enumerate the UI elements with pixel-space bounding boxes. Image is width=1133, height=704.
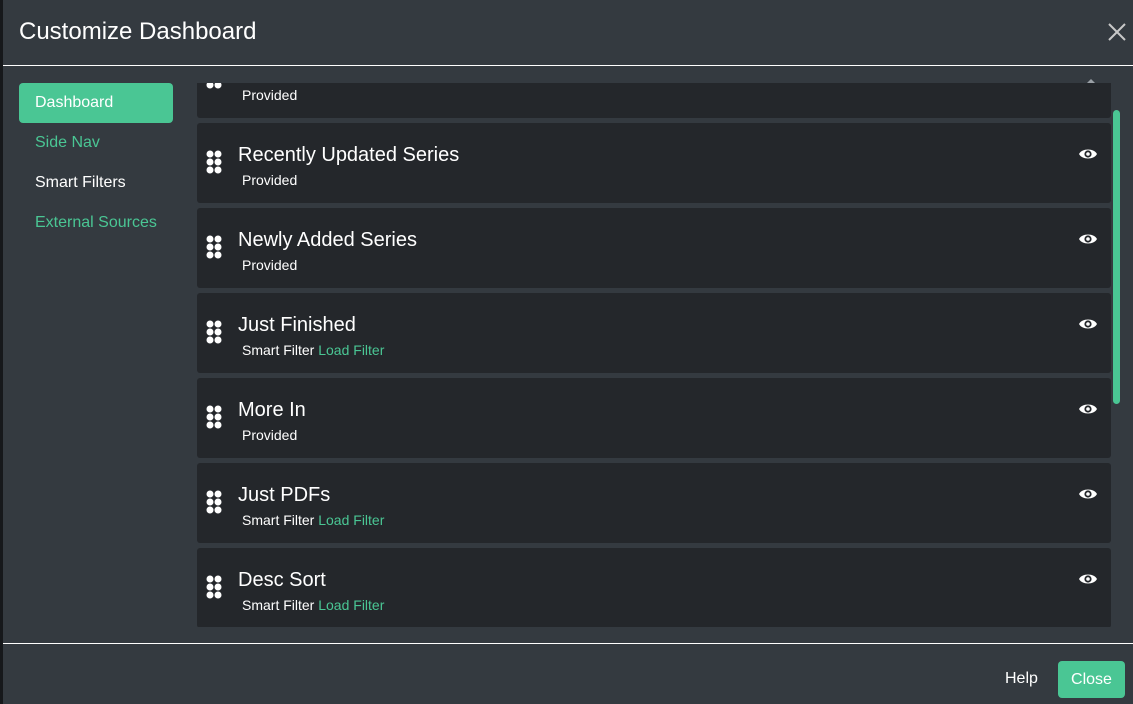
drag-handle-icon[interactable]: [206, 405, 222, 429]
eye-icon[interactable]: [1078, 401, 1098, 417]
stream-row[interactable]: Recently Updated Series Provided: [197, 123, 1111, 203]
stream-title: Recently Updated Series: [238, 144, 460, 166]
stream-type: Smart Filter Load Filter: [242, 597, 384, 613]
load-filter-link[interactable]: Load Filter: [318, 512, 384, 528]
stream-row[interactable]: Provided: [197, 83, 1111, 118]
stream-list-track: Provided Recently Updated Series Provided N…: [197, 83, 1111, 627]
stream-type: Provided: [242, 87, 297, 103]
stream-type-label: Provided: [242, 172, 298, 188]
stream-type-label: Smart Filter: [242, 512, 315, 528]
drag-handle-icon[interactable]: [206, 575, 222, 599]
close-button[interactable]: Close: [1058, 661, 1125, 698]
eye-icon[interactable]: [1078, 146, 1098, 162]
drag-handle-icon[interactable]: [206, 83, 222, 89]
sidebar-item-smart-filters[interactable]: Smart Filters: [19, 163, 173, 203]
dashboard-stream-list[interactable]: Provided Recently Updated Series Provided N…: [197, 83, 1111, 627]
eye-icon[interactable]: [1078, 571, 1098, 587]
stream-type-label: Smart Filter: [242, 342, 315, 358]
stream-type: Provided: [242, 172, 297, 188]
stream-title: Newly Added Series: [238, 229, 417, 251]
customize-dashboard-modal: Customize Dashboard Dashboard Side Nav S…: [3, 0, 1133, 704]
stream-type-label: Provided: [242, 87, 298, 103]
stream-row[interactable]: Desc Sort Smart Filter Load Filter: [197, 548, 1111, 627]
eye-icon[interactable]: [1078, 231, 1098, 247]
drag-handle-icon[interactable]: [206, 320, 222, 344]
close-icon[interactable]: [1105, 20, 1129, 44]
stream-type: Provided: [242, 427, 297, 443]
stream-row[interactable]: Just PDFs Smart Filter Load Filter: [197, 463, 1111, 543]
drag-handle-icon[interactable]: [206, 490, 222, 514]
sidebar-item-dashboard[interactable]: Dashboard: [19, 83, 173, 123]
eye-icon[interactable]: [1078, 486, 1098, 502]
sidebar-item-external-sources[interactable]: External Sources: [19, 203, 173, 243]
drag-handle-icon[interactable]: [206, 235, 222, 259]
stream-type: Smart Filter Load Filter: [242, 342, 384, 358]
load-filter-link[interactable]: Load Filter: [318, 597, 384, 613]
stream-type-label: Smart Filter: [242, 597, 315, 613]
stream-title: More In: [238, 399, 306, 421]
stream-row[interactable]: Just Finished Smart Filter Load Filter: [197, 293, 1111, 373]
stream-type: Provided: [242, 257, 297, 273]
modal-footer: Help Close: [3, 643, 1133, 704]
modal-title: Customize Dashboard: [19, 18, 257, 45]
stream-type: Smart Filter Load Filter: [242, 512, 384, 528]
scroll-up-arrow-icon[interactable]: [1087, 79, 1095, 83]
settings-sidebar: Dashboard Side Nav Smart Filters Externa…: [19, 83, 173, 243]
modal-header: Customize Dashboard: [3, 0, 1133, 66]
load-filter-link[interactable]: Load Filter: [318, 342, 384, 358]
help-button[interactable]: Help: [993, 661, 1050, 697]
stream-row[interactable]: Newly Added Series Provided: [197, 208, 1111, 288]
stream-row[interactable]: More In Provided: [197, 378, 1111, 458]
stream-title: Desc Sort: [238, 569, 326, 591]
drag-handle-icon[interactable]: [206, 150, 222, 174]
stream-type-label: Provided: [242, 257, 298, 273]
sidebar-item-side-nav[interactable]: Side Nav: [19, 123, 173, 163]
scrollbar-thumb[interactable]: [1113, 110, 1120, 404]
stream-title: Just Finished: [238, 314, 356, 336]
stream-type-label: Provided: [242, 427, 298, 443]
eye-icon[interactable]: [1078, 316, 1098, 332]
stream-title: Just PDFs: [238, 484, 331, 506]
